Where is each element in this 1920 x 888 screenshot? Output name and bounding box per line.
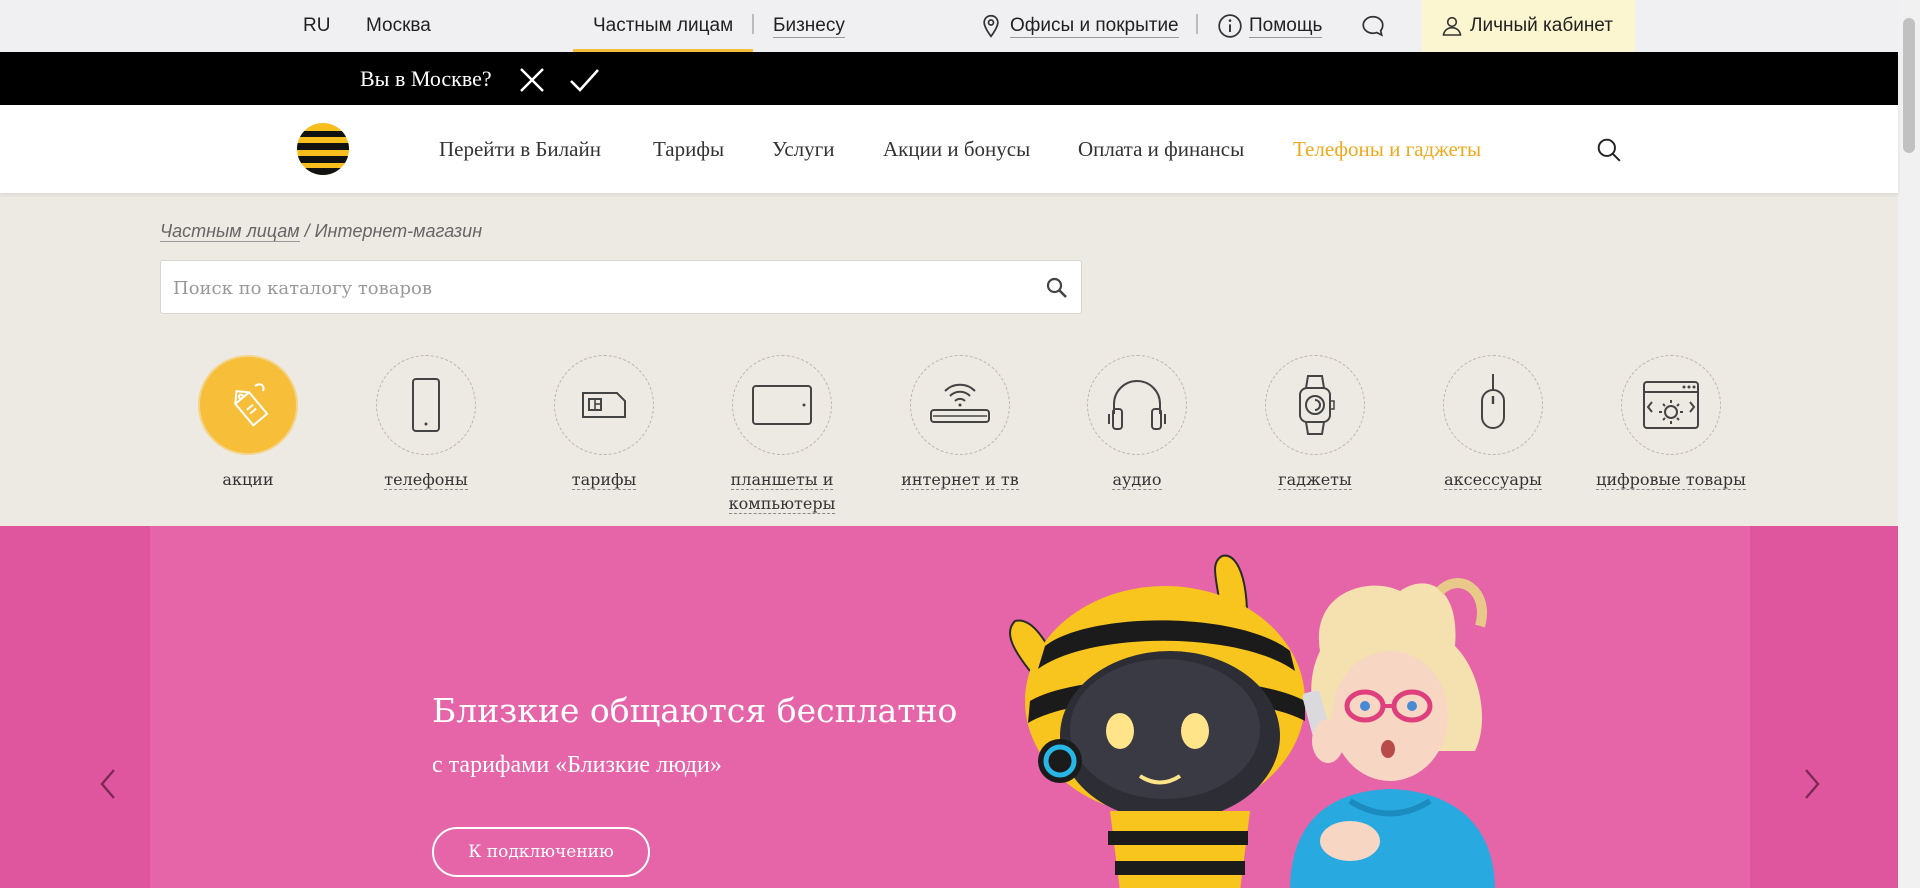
tablet-icon [752, 385, 812, 425]
category-digital-label: цифровые товары [1596, 470, 1746, 490]
banner-subtitle: с тарифами «Близкие люди» [432, 752, 722, 778]
router-icon [930, 383, 990, 423]
personal-account-button[interactable]: Личный кабинет [1422, 0, 1635, 52]
category-phones[interactable]: телефоны [341, 355, 511, 492]
category-tariffs-label: тарифы [571, 470, 637, 490]
nav-services[interactable]: Услуги [772, 137, 835, 161]
segment-divider [752, 14, 754, 34]
category-audio[interactable]: аудио [1052, 355, 1222, 492]
language-switcher[interactable]: RU [303, 15, 330, 37]
connect-button[interactable]: К подключению [432, 827, 650, 877]
banner-title: Близкие общаются бесплатно [432, 691, 958, 730]
category-tariffs-circle [554, 355, 654, 455]
category-promos-circle [198, 355, 298, 455]
promo-banner: Близкие общаются бесплатно с тарифами «Б… [0, 526, 1898, 888]
catalog-search-icon[interactable] [1045, 276, 1069, 300]
category-phones-label: телефоны [384, 470, 468, 490]
category-accessories-label: аксессуары [1444, 470, 1542, 490]
catalog-search-input[interactable] [173, 273, 1023, 303]
info-icon [1218, 14, 1242, 38]
segment-business-link[interactable]: Бизнесу [773, 15, 845, 38]
chevron-left-icon[interactable] [96, 766, 120, 802]
user-icon [1442, 16, 1462, 36]
personal-account-label: Личный кабинет [1470, 15, 1613, 36]
catalog-section: Частным лицам / Интернет-магазин акц [0, 193, 1898, 526]
offices-coverage-link[interactable]: Офисы и покрытие [1010, 15, 1179, 38]
category-tablets-computers[interactable]: планшеты и компьютеры [697, 355, 867, 516]
pin-icon [983, 14, 999, 38]
category-phones-circle [376, 355, 476, 455]
nav-go-to-beeline[interactable]: Перейти в Билайн [439, 137, 601, 161]
phone-icon [412, 378, 440, 432]
check-icon[interactable] [568, 64, 600, 96]
category-internet-tv[interactable]: интернет и тв [875, 355, 1045, 492]
banner-illustration [1009, 554, 1495, 888]
category-audio-label: аудио [1112, 470, 1162, 490]
help-link[interactable]: Помощь [1249, 15, 1323, 38]
catalog-search [160, 260, 1082, 314]
breadcrumb-separator: / [304, 221, 310, 241]
headphones-icon [1108, 380, 1166, 430]
segment-private-link[interactable]: Частным лицам [593, 15, 733, 37]
scrollbar-thumb[interactable] [1903, 18, 1915, 153]
nav-promos-bonuses[interactable]: Акции и бонусы [883, 137, 1030, 161]
category-gadgets-circle [1265, 355, 1365, 455]
digital-goods-icon [1643, 381, 1699, 429]
beeline-logo[interactable] [297, 123, 349, 175]
search-icon[interactable] [1596, 137, 1622, 163]
top-utility-bar: RU Москва Частным лицам Бизнесу Офисы и … [0, 0, 1898, 52]
category-accessories-circle [1443, 355, 1543, 455]
mouse-icon [1481, 374, 1505, 429]
tag-icon [233, 383, 269, 427]
category-gadgets-label: гаджеты [1278, 470, 1352, 490]
city-confirm-bar: Вы в Москве? [0, 52, 1898, 105]
category-promos[interactable]: акции [163, 355, 333, 492]
chat-icon[interactable] [1360, 13, 1386, 39]
nav-payment-finance[interactable]: Оплата и финансы [1078, 137, 1244, 161]
category-tariffs[interactable]: тарифы [519, 355, 689, 492]
category-accessories[interactable]: аксессуары [1408, 355, 1578, 492]
breadcrumb: Частным лицам / Интернет-магазин [160, 221, 482, 242]
category-tablets-circle [732, 355, 832, 455]
nav-phones-gadgets[interactable]: Телефоны и гаджеты [1293, 137, 1481, 161]
smartwatch-icon [1299, 375, 1335, 435]
category-internet-tv-label: интернет и тв [901, 470, 1019, 490]
utility-divider [1196, 14, 1198, 34]
sim-card-icon [582, 392, 626, 418]
main-navigation: Перейти в Билайн Тарифы Услуги Акции и б… [0, 105, 1898, 193]
close-icon[interactable] [516, 64, 548, 96]
chevron-right-icon[interactable] [1800, 766, 1824, 802]
category-gadgets[interactable]: гаджеты [1230, 355, 1400, 492]
breadcrumb-current: Интернет-магазин [314, 221, 483, 241]
city-confirm-question: Вы в Москве? [360, 66, 492, 91]
category-promos-label: акции [222, 470, 274, 489]
city-selector[interactable]: Москва [366, 15, 431, 37]
nav-tariffs[interactable]: Тарифы [653, 137, 724, 161]
category-digital-goods[interactable]: цифровые товары [1586, 355, 1756, 492]
category-audio-circle [1087, 355, 1187, 455]
category-internet-tv-circle [910, 355, 1010, 455]
category-tablets-label: планшеты и компьютеры [728, 470, 836, 514]
category-digital-circle [1621, 355, 1721, 455]
page-scrollbar[interactable] [1898, 0, 1920, 888]
breadcrumb-private[interactable]: Частным лицам [160, 221, 300, 242]
